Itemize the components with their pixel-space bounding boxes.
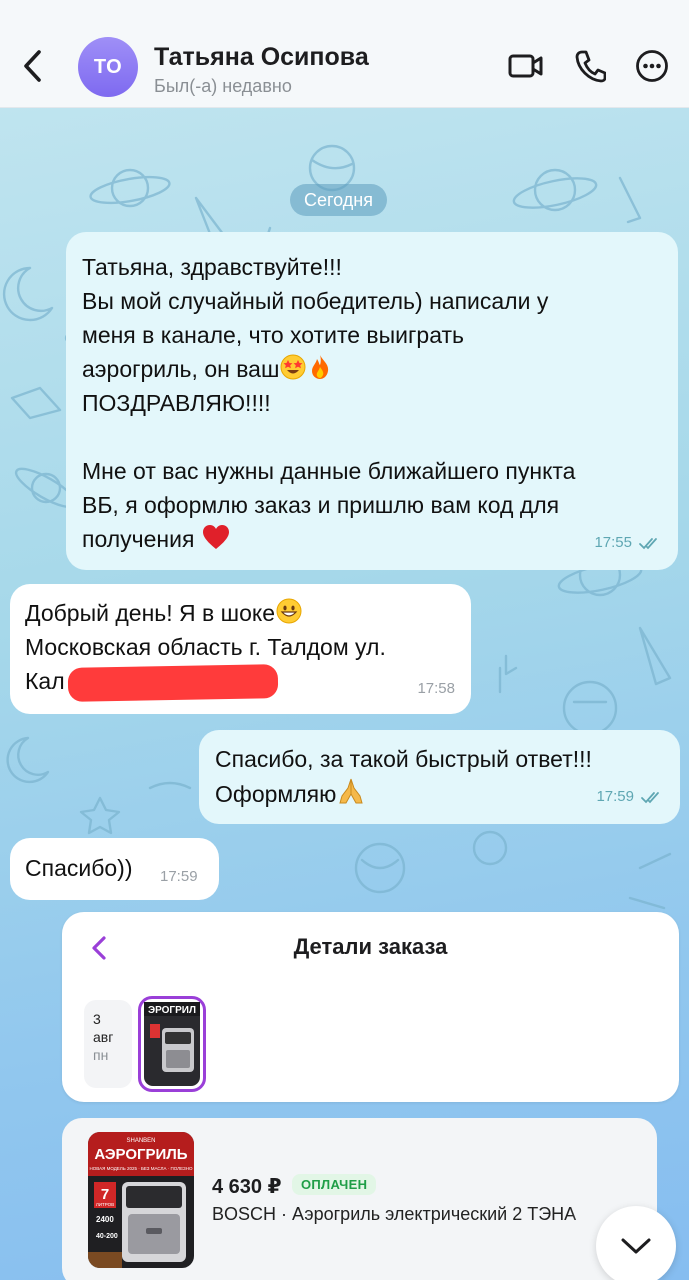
more-options-icon xyxy=(636,50,668,82)
image-temp: 40-200 xyxy=(96,1233,118,1240)
message-line: ВБ, я оформлю заказ и пришлю вам код для xyxy=(82,492,560,518)
back-button[interactable] xyxy=(14,42,50,90)
message-time: 17:58 xyxy=(417,680,455,697)
message-time: 17:59 xyxy=(160,868,198,885)
product-image[interactable]: SHANBEN АЭРОГРИЛЬ НОВАЯ МОДЕЛЬ 2025 · БЕ… xyxy=(88,1132,194,1268)
message-line: ПОЗДРАВЛЯЮ!!!! xyxy=(82,390,271,416)
fire-emoji-icon xyxy=(312,355,329,379)
chat-area[interactable]: Сегодня Татьяна, здравствуйте!!! Вы мой … xyxy=(0,108,689,1280)
order-date[interactable]: 3 авг пн xyxy=(84,1000,132,1088)
video-call-icon xyxy=(508,54,543,78)
red-heart-emoji-icon xyxy=(202,525,229,549)
chevron-left-icon xyxy=(24,50,41,82)
product-card[interactable]: SHANBEN АЭРОГРИЛЬ НОВАЯ МОДЕЛЬ 2025 · БЕ… xyxy=(62,1118,657,1280)
message-line: Вы мой случайный победитель) написали у xyxy=(82,288,549,314)
order-details-card[interactable]: Детали заказа 3 авг пн ЭРОГРИЛ xyxy=(62,912,679,1102)
message-line-with-emoji: Оформляю xyxy=(215,776,592,811)
message-line: Спасибо, за такой быстрый ответ!!! xyxy=(215,746,592,772)
avatar[interactable]: ТО xyxy=(78,37,138,97)
star-struck-emoji-icon xyxy=(280,354,306,380)
message-line: Татьяна, здравствуйте!!! xyxy=(82,254,342,280)
video-call-button[interactable] xyxy=(506,46,546,86)
message-time: 17:55 xyxy=(594,534,632,551)
avatar-initials: ТО xyxy=(93,55,123,78)
chevron-down-icon xyxy=(621,1238,651,1254)
image-subtitle: НОВАЯ МОДЕЛЬ 2025 · БЕЗ МАСЛА · ПОЛЕЗНО xyxy=(89,1166,193,1171)
message-time: 17:59 xyxy=(596,788,634,805)
order-date-weekday: пн xyxy=(93,1047,109,1063)
message-line: меня в канале, что хотите выиграть xyxy=(82,322,464,348)
redaction-mark xyxy=(67,664,279,702)
message-line: Спасибо)) xyxy=(25,855,133,881)
image-power: 2400 xyxy=(96,1215,114,1224)
message-line-with-emoji: получения xyxy=(82,522,575,556)
message-meta: 17:55 xyxy=(594,526,662,560)
phone-call-button[interactable] xyxy=(570,46,610,86)
order-date-month: авг xyxy=(93,1029,114,1045)
contact-name: Татьяна Осипова xyxy=(154,43,369,71)
double-check-icon xyxy=(641,792,659,804)
air-fryer-product-image: SHANBEN АЭРОГРИЛЬ НОВАЯ МОДЕЛЬ 2025 · БЕ… xyxy=(88,1132,194,1268)
contact-info[interactable]: Татьяна Осипова Был(-а) недавно xyxy=(154,42,369,98)
image-badge-number: 7 xyxy=(101,1186,109,1203)
more-options-button[interactable] xyxy=(632,46,672,86)
product-name[interactable]: BOSCH · Аэрогриль электрический 2 ТЭНА xyxy=(212,1204,632,1225)
message-meta: 17:59 xyxy=(160,860,198,894)
message-line-with-emoji: аэрогриль, он ваш xyxy=(82,352,575,386)
product-price: 4 630 ₽ xyxy=(212,1176,282,1198)
payment-status-badge: ОПЛАЧЕН xyxy=(292,1174,377,1195)
thumbnail-label: ЭРОГРИЛ xyxy=(148,1005,196,1016)
air-fryer-thumbnail-image: ЭРОГРИЛ xyxy=(144,1002,200,1086)
message-line-with-emoji: Добрый день! Я в шоке xyxy=(25,596,386,630)
message-incoming[interactable]: Спасибо)) 17:59 xyxy=(10,838,219,900)
date-chip: Сегодня xyxy=(290,184,387,216)
folded-hands-emoji-icon xyxy=(339,778,364,804)
message-meta: 17:58 xyxy=(417,672,455,706)
scroll-to-bottom-button[interactable] xyxy=(596,1206,676,1280)
grinning-face-emoji-icon xyxy=(276,598,302,624)
contact-status: Был(-а) недавно xyxy=(154,76,292,96)
image-badge-text: ЛИТРОВ xyxy=(96,1202,114,1207)
order-title: Детали заказа xyxy=(293,934,448,959)
message-line: Московская область г. Талдом ул. xyxy=(25,634,386,660)
image-brand: SHANBEN xyxy=(126,1138,155,1144)
image-title: АЭРОГРИЛЬ xyxy=(94,1146,187,1163)
message-meta: 17:59 xyxy=(596,780,664,814)
message-line: Мне от вас нужны данные ближайшего пункт… xyxy=(82,458,576,484)
double-check-icon xyxy=(639,538,657,550)
order-item-thumbnail[interactable]: ЭРОГРИЛ xyxy=(138,996,206,1092)
order-date-day: 3 xyxy=(93,1011,101,1027)
message-outgoing[interactable]: Татьяна, здравствуйте!!! Вы мой случайны… xyxy=(66,232,678,570)
phone-icon xyxy=(575,50,606,83)
chat-header: ТО Татьяна Осипова Был(-а) недавно xyxy=(0,0,689,108)
message-outgoing[interactable]: Спасибо, за такой быстрый ответ!!! Оформ… xyxy=(199,730,680,824)
